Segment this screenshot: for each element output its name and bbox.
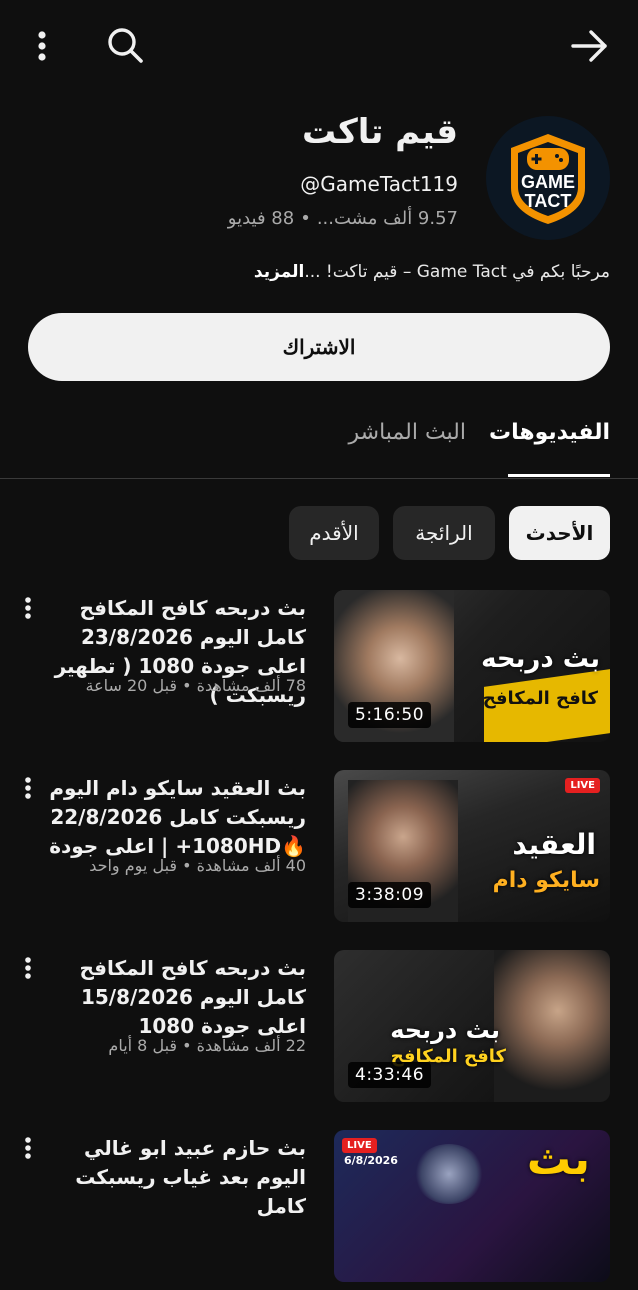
subscriber-count: 9.57 ألف مشت...	[316, 208, 458, 229]
subscribe-button[interactable]: الاشتراك	[28, 313, 610, 381]
video-meta: 40 ألف مشاهدة • قبل يوم واحد	[89, 856, 306, 875]
arrow-forward-icon[interactable]	[566, 22, 614, 70]
more-link[interactable]: المزيد	[254, 262, 304, 282]
filter-chip-latest[interactable]: الأحدث	[509, 506, 610, 560]
tab-videos[interactable]: الفيديوهات	[489, 420, 610, 445]
tab-selected-indicator	[508, 474, 610, 477]
more-vert-icon[interactable]	[22, 26, 62, 66]
video-item[interactable]: بث حازم عبيد ابو غالي اليوم بعد غياب ريس…	[0, 1130, 638, 1290]
thumbnail-title: العقيد	[512, 828, 596, 861]
more-vert-icon[interactable]	[16, 1134, 40, 1162]
video-duration: 4:33:46	[348, 1062, 432, 1088]
video-item[interactable]: بث العقيد سايكو دام اليوم ريسبكت كامل 22…	[0, 770, 638, 930]
presenter-image	[414, 1144, 484, 1204]
svg-text:GAME: GAME	[521, 172, 575, 192]
channel-name: قيم تاكت	[302, 112, 458, 152]
top-app-bar	[0, 0, 638, 92]
svg-text:TACT: TACT	[525, 191, 572, 211]
video-title[interactable]: بث حازم عبيد ابو غالي اليوم بعد غياب ريس…	[44, 1134, 306, 1221]
filter-chip-oldest[interactable]: الأقدم	[289, 506, 379, 560]
description-text: مرحبًا بكم في Game Tact – قيم تاكت! ...	[304, 262, 610, 282]
video-title[interactable]: بث العقيد سايكو دام اليوم ريسبكت كامل 22…	[44, 774, 306, 861]
video-thumbnail[interactable]: بث دربحه كافح المكافح 5:16:50	[334, 590, 610, 742]
video-meta: 22 ألف مشاهدة • قبل 8 أيام	[108, 1036, 306, 1055]
video-duration: 3:38:09	[348, 882, 432, 908]
more-vert-icon[interactable]	[16, 594, 40, 622]
game-tact-logo: GAME TACT	[511, 134, 585, 224]
channel-tabs: الفيديوهات البث المباشر	[0, 410, 638, 479]
thumbnail-title: بث دربحه	[481, 644, 600, 674]
video-count: 88 فيديو	[227, 208, 295, 229]
thumbnail-title: بث دربحه	[390, 1016, 500, 1044]
presenter-image	[494, 950, 610, 1102]
live-badge: LIVE	[565, 778, 600, 793]
video-item[interactable]: بث دربحه كافح المكافح كامل اليوم 23/8/20…	[0, 590, 638, 750]
more-vert-icon[interactable]	[16, 774, 40, 802]
more-vert-icon[interactable]	[16, 954, 40, 982]
search-icon[interactable]	[102, 22, 148, 68]
live-badge: LIVE	[342, 1138, 377, 1153]
video-thumbnail[interactable]: LIVE العقيد سايكو دام 3:38:09	[334, 770, 610, 922]
stats-separator: •	[300, 208, 311, 229]
channel-description[interactable]: مرحبًا بكم في Game Tact – قيم تاكت! ...ا…	[254, 262, 610, 282]
thumbnail-subtitle: كافح المكافح	[482, 688, 598, 709]
video-item[interactable]: بث دربحه كافح المكافح كامل اليوم 15/8/20…	[0, 950, 638, 1110]
channel-stats[interactable]: 9.57 ألف مشت... • 88 فيديو	[228, 208, 458, 229]
video-duration: 5:16:50	[348, 702, 432, 728]
thumbnail-title: بث	[526, 1134, 590, 1185]
video-title[interactable]: بث دربحه كافح المكافح كامل اليوم 15/8/20…	[44, 954, 306, 1041]
thumbnail-date: 6/8/2026	[344, 1154, 398, 1167]
thumbnail-subtitle: سايكو دام	[492, 868, 600, 893]
channel-avatar[interactable]: GAME TACT	[486, 116, 610, 240]
channel-handle: @GameTact119	[300, 172, 458, 196]
tab-live[interactable]: البث المباشر	[349, 420, 467, 445]
video-meta: 78 ألف مشاهدة • قبل 20 ساعة	[85, 676, 307, 695]
filter-chip-popular[interactable]: الرائجة	[393, 506, 495, 560]
video-thumbnail[interactable]: LIVE 6/8/2026 بث	[334, 1130, 610, 1282]
video-thumbnail[interactable]: بث دربحه كافح المكافح 4:33:46	[334, 950, 610, 1102]
